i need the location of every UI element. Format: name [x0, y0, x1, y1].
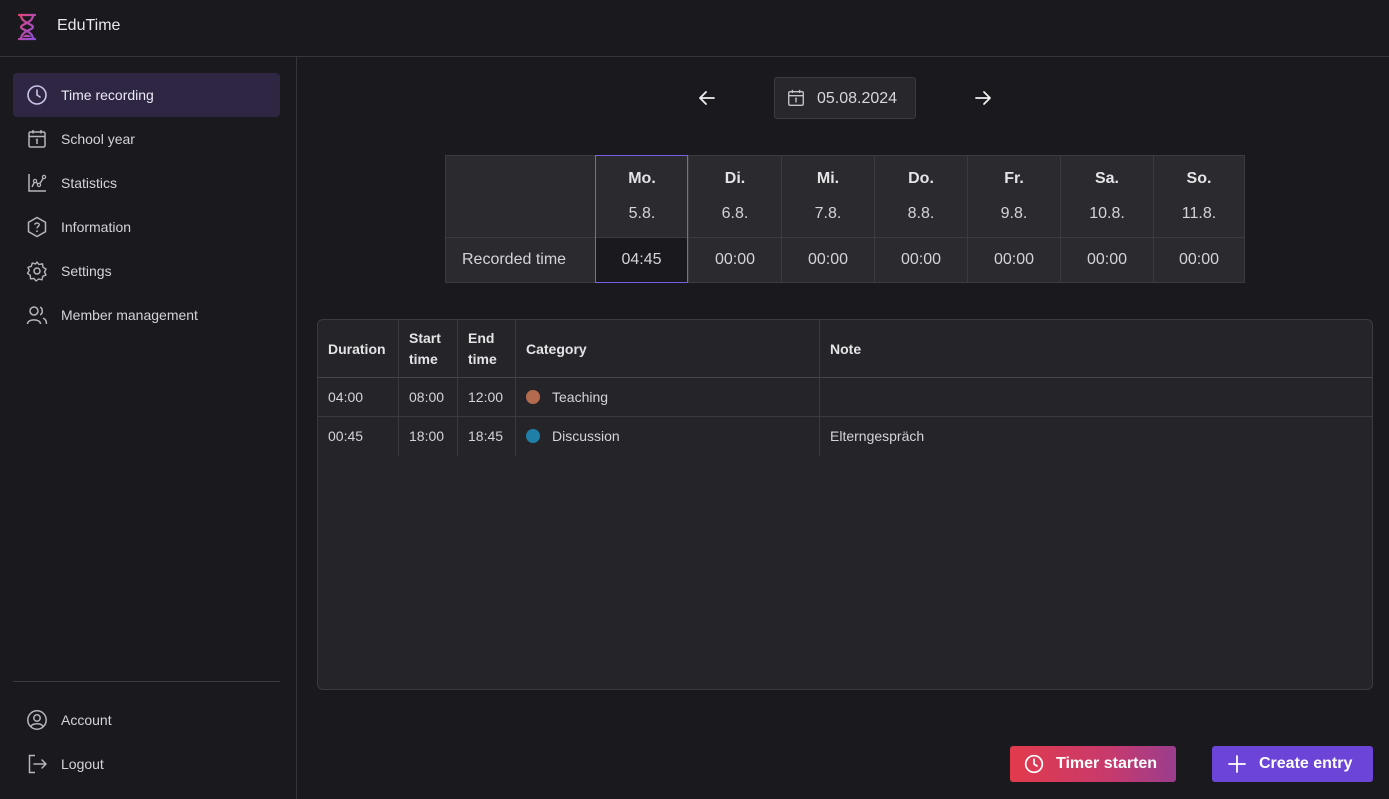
sidebar-item-label: Information	[61, 219, 132, 235]
sidebar-item-label: School year	[61, 131, 135, 147]
day-cell-do[interactable]: Do. 8.8. 00:00	[874, 156, 967, 282]
day-date: 7.8.	[814, 205, 842, 222]
logout-icon	[28, 754, 47, 774]
day-recorded-time: 00:00	[1086, 251, 1128, 268]
day-name: Fr.	[1004, 170, 1024, 187]
column-header-duration[interactable]: Duration	[318, 320, 399, 378]
next-day-arrow-icon[interactable]	[971, 86, 995, 110]
day-name: Sa.	[1094, 170, 1119, 187]
start-timer-button[interactable]: Timer starten	[1010, 746, 1176, 782]
create-entry-button[interactable]: Create entry	[1212, 746, 1373, 782]
clock-icon	[1024, 754, 1044, 774]
info-hexagon-icon	[27, 216, 47, 238]
day-date: 6.8.	[721, 205, 749, 222]
category-color-dot	[526, 429, 540, 443]
day-cell-mi[interactable]: Mi. 7.8. 00:00	[781, 156, 874, 282]
column-header-start-time[interactable]: Start time	[399, 320, 458, 378]
day-name: Mi.	[816, 170, 840, 187]
column-header-end-time[interactable]: End time	[458, 320, 516, 378]
start-timer-label: Timer starten	[1056, 755, 1158, 772]
calendar-icon	[28, 130, 46, 148]
clock-icon	[27, 85, 47, 105]
selected-date: 05.08.2024	[817, 90, 898, 107]
table-header: Duration Start time End time Category No…	[318, 320, 1372, 378]
week-overview: Recorded time Mo. 5.8. Di. 6.8. 00:00 Mi…	[445, 155, 1245, 283]
sidebar-item-time-recording[interactable]: Time recording	[13, 73, 280, 117]
recorded-time-label: Recorded time	[462, 251, 567, 268]
create-entry-label: Create entry	[1259, 755, 1353, 772]
category-label: Discussion	[552, 428, 620, 444]
table-row[interactable]: 00:45 18:00 18:45 Discussion Elterngespr…	[318, 417, 1372, 456]
sidebar-item-label: Settings	[61, 263, 112, 279]
day-date: 10.8.	[1089, 205, 1125, 222]
sidebar-divider	[13, 681, 280, 682]
day-cell-sa[interactable]: Sa. 10.8. 00:00	[1060, 156, 1153, 282]
day-date: 11.8.	[1181, 205, 1217, 222]
day-recorded-time: 00:00	[993, 251, 1035, 268]
day-date: 9.8.	[1000, 205, 1028, 222]
table-row[interactable]: 04:00 08:00 12:00 Teaching	[318, 378, 1372, 417]
day-recorded-time: 00:00	[714, 251, 756, 268]
day-recorded-time: 00:00	[1178, 251, 1220, 268]
category-color-dot	[526, 390, 540, 404]
entry-start-time: 08:00	[409, 389, 445, 405]
selected-day-time-cell: 04:45	[596, 237, 687, 282]
entry-category: Teaching	[526, 389, 608, 405]
selected-day-highlight: 04:45	[595, 155, 688, 283]
sidebar-item-logout[interactable]: Logout	[13, 742, 280, 786]
sidebar-item-label: Time recording	[61, 87, 154, 103]
day-cell-fr[interactable]: Fr. 9.8. 00:00	[967, 156, 1060, 282]
entry-category: Discussion	[526, 428, 620, 444]
day-date: 8.8.	[907, 205, 935, 222]
entry-start-time: 18:00	[409, 428, 445, 444]
day-cell-di[interactable]: Di. 6.8. 00:00	[688, 156, 781, 282]
entry-end-time: 12:00	[468, 389, 504, 405]
day-recorded-time: 00:00	[900, 251, 942, 268]
day-name: So.	[1186, 170, 1212, 187]
entry-duration: 04:00	[328, 389, 364, 405]
sidebar: Time recording School year Statistics In…	[0, 57, 297, 799]
sidebar-item-account[interactable]: Account	[13, 698, 280, 742]
previous-day-arrow-icon[interactable]	[695, 86, 719, 110]
day-recorded-time: 00:00	[807, 251, 849, 268]
users-icon	[26, 306, 48, 325]
gear-icon	[26, 261, 47, 282]
day-name: Di.	[724, 170, 746, 187]
sidebar-item-information[interactable]: Information	[13, 205, 280, 249]
top-bar: EduTime	[0, 0, 1389, 57]
sidebar-item-member-management[interactable]: Member management	[13, 293, 280, 337]
user-circle-icon	[27, 710, 47, 730]
date-picker[interactable]: 05.08.2024	[774, 77, 916, 119]
calendar-icon	[788, 89, 804, 106]
column-header-category[interactable]: Category	[516, 320, 820, 378]
sidebar-item-school-year[interactable]: School year	[13, 117, 280, 161]
sidebar-item-label: Logout	[61, 756, 104, 772]
hourglass-logo-icon	[17, 13, 37, 41]
chart-icon	[28, 174, 47, 192]
sidebar-item-label: Member management	[61, 307, 198, 323]
plus-icon	[1228, 755, 1246, 773]
day-recorded-time: 04:45	[621, 251, 662, 268]
sidebar-item-settings[interactable]: Settings	[13, 249, 280, 293]
category-label: Teaching	[552, 389, 609, 405]
entry-end-time: 18:45	[468, 428, 504, 444]
day-name: Do.	[908, 170, 934, 187]
sidebar-item-label: Account	[61, 712, 112, 728]
entry-duration: 00:45	[328, 428, 364, 444]
column-header-note[interactable]: Note	[820, 320, 1372, 378]
sidebar-item-statistics[interactable]: Statistics	[13, 161, 280, 205]
entry-note: Elterngespräch	[830, 428, 925, 444]
sidebar-item-label: Statistics	[61, 175, 118, 191]
day-cell-so[interactable]: So. 11.8. 00:00	[1153, 156, 1244, 282]
app-title: EduTime	[57, 17, 121, 34]
time-entries-table: Duration Start time End time Category No…	[317, 319, 1373, 690]
